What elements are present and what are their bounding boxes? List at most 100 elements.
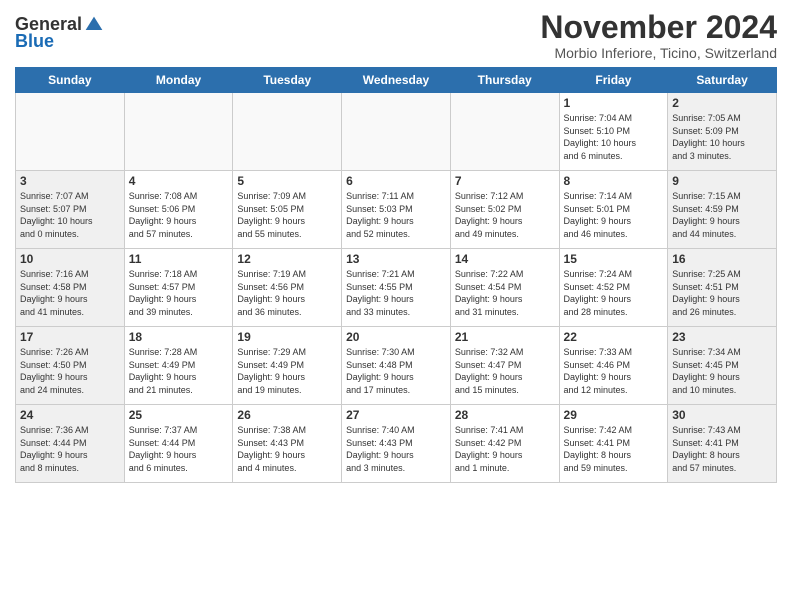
header-row: General Blue November 2024 Morbio Inferi… bbox=[15, 10, 777, 61]
header-monday: Monday bbox=[124, 68, 233, 93]
day-info: Sunrise: 7:04 AMSunset: 5:10 PMDaylight:… bbox=[564, 112, 664, 162]
day-number: 7 bbox=[455, 174, 555, 188]
calendar-cell: 21Sunrise: 7:32 AMSunset: 4:47 PMDayligh… bbox=[450, 327, 559, 405]
calendar-week-3: 17Sunrise: 7:26 AMSunset: 4:50 PMDayligh… bbox=[16, 327, 777, 405]
calendar-cell: 9 Sunrise: 7:15 AMSunset: 4:59 PMDaylight… bbox=[668, 171, 777, 249]
day-number: 26 bbox=[237, 408, 337, 422]
day-number: 18 bbox=[129, 330, 229, 344]
day-number: 19 bbox=[237, 330, 337, 344]
day-number: 16 bbox=[672, 252, 772, 266]
calendar-cell: 11 Sunrise: 7:18 AMSunset: 4:57 PMDayligh… bbox=[124, 249, 233, 327]
day-info: Sunrise: 7:07 AMSunset: 5:07 PMDaylight:… bbox=[20, 190, 120, 240]
calendar-cell: 1 Sunrise: 7:04 AMSunset: 5:10 PMDaylight… bbox=[559, 93, 668, 171]
day-info: Sunrise: 7:40 AMSunset: 4:43 PMDaylight:… bbox=[346, 424, 446, 474]
day-info: Sunrise: 7:38 AMSunset: 4:43 PMDaylight:… bbox=[237, 424, 337, 474]
day-number: 20 bbox=[346, 330, 446, 344]
calendar-week-1: 3 Sunrise: 7:07 AMSunset: 5:07 PMDaylight… bbox=[16, 171, 777, 249]
calendar-cell bbox=[450, 93, 559, 171]
day-info: Sunrise: 7:24 AMSunset: 4:52 PMDaylight:… bbox=[564, 268, 664, 318]
header-sunday: Sunday bbox=[16, 68, 125, 93]
day-info: Sunrise: 7:42 AMSunset: 4:41 PMDaylight:… bbox=[564, 424, 664, 474]
calendar-week-2: 10Sunrise: 7:16 AMSunset: 4:58 PMDayligh… bbox=[16, 249, 777, 327]
day-info: Sunrise: 7:34 AMSunset: 4:45 PMDaylight:… bbox=[672, 346, 772, 396]
calendar-cell: 6Sunrise: 7:11 AMSunset: 5:03 PMDaylight… bbox=[342, 171, 451, 249]
header-friday: Friday bbox=[559, 68, 668, 93]
title-block: November 2024 Morbio Inferiore, Ticino, … bbox=[540, 10, 777, 61]
calendar-cell bbox=[124, 93, 233, 171]
calendar-cell: 19 Sunrise: 7:29 AMSunset: 4:49 PMDayligh… bbox=[233, 327, 342, 405]
day-number: 2 bbox=[672, 96, 772, 110]
calendar-week-0: 1 Sunrise: 7:04 AMSunset: 5:10 PMDaylight… bbox=[16, 93, 777, 171]
day-info: Sunrise: 7:19 AMSunset: 4:56 PMDaylight:… bbox=[237, 268, 337, 318]
header-thursday: Thursday bbox=[450, 68, 559, 93]
page-container: General Blue November 2024 Morbio Inferi… bbox=[0, 0, 792, 488]
day-info: Sunrise: 7:15 AMSunset: 4:59 PMDaylight:… bbox=[672, 190, 772, 240]
day-info: Sunrise: 7:18 AMSunset: 4:57 PMDaylight:… bbox=[129, 268, 229, 318]
day-info: Sunrise: 7:14 AMSunset: 5:01 PMDaylight:… bbox=[564, 190, 664, 240]
logo-blue-text: Blue bbox=[15, 31, 54, 52]
calendar-cell bbox=[16, 93, 125, 171]
day-number: 25 bbox=[129, 408, 229, 422]
day-number: 3 bbox=[20, 174, 120, 188]
calendar-cell: 26 Sunrise: 7:38 AMSunset: 4:43 PMDayligh… bbox=[233, 405, 342, 483]
day-info: Sunrise: 7:05 AMSunset: 5:09 PMDaylight:… bbox=[672, 112, 772, 162]
day-info: Sunrise: 7:22 AMSunset: 4:54 PMDaylight:… bbox=[455, 268, 555, 318]
calendar-cell: 23 Sunrise: 7:34 AMSunset: 4:45 PMDayligh… bbox=[668, 327, 777, 405]
day-number: 21 bbox=[455, 330, 555, 344]
day-info: Sunrise: 7:30 AMSunset: 4:48 PMDaylight:… bbox=[346, 346, 446, 396]
day-info: Sunrise: 7:43 AMSunset: 4:41 PMDaylight:… bbox=[672, 424, 772, 474]
calendar-table: Sunday Monday Tuesday Wednesday Thursday… bbox=[15, 67, 777, 483]
day-info: Sunrise: 7:25 AMSunset: 4:51 PMDaylight:… bbox=[672, 268, 772, 318]
calendar-cell: 12 Sunrise: 7:19 AMSunset: 4:56 PMDayligh… bbox=[233, 249, 342, 327]
calendar-cell: 30 Sunrise: 7:43 AMSunset: 4:41 PMDayligh… bbox=[668, 405, 777, 483]
day-number: 30 bbox=[672, 408, 772, 422]
calendar-cell: 18Sunrise: 7:28 AMSunset: 4:49 PMDayligh… bbox=[124, 327, 233, 405]
calendar-cell: 25 Sunrise: 7:37 AMSunset: 4:44 PMDayligh… bbox=[124, 405, 233, 483]
day-number: 1 bbox=[564, 96, 664, 110]
logo-icon bbox=[84, 15, 104, 35]
calendar-cell: 10Sunrise: 7:16 AMSunset: 4:58 PMDayligh… bbox=[16, 249, 125, 327]
calendar-cell bbox=[233, 93, 342, 171]
calendar-cell: 20 Sunrise: 7:30 AMSunset: 4:48 PMDayligh… bbox=[342, 327, 451, 405]
calendar-cell: 14 Sunrise: 7:22 AMSunset: 4:54 PMDayligh… bbox=[450, 249, 559, 327]
day-number: 11 bbox=[129, 252, 229, 266]
day-number: 5 bbox=[237, 174, 337, 188]
calendar-cell: 17Sunrise: 7:26 AMSunset: 4:50 PMDayligh… bbox=[16, 327, 125, 405]
day-info: Sunrise: 7:36 AMSunset: 4:44 PMDaylight:… bbox=[20, 424, 120, 474]
calendar-cell: 3 Sunrise: 7:07 AMSunset: 5:07 PMDaylight… bbox=[16, 171, 125, 249]
day-number: 8 bbox=[564, 174, 664, 188]
day-number: 22 bbox=[564, 330, 664, 344]
calendar-cell: 29 Sunrise: 7:42 AMSunset: 4:41 PMDayligh… bbox=[559, 405, 668, 483]
day-info: Sunrise: 7:08 AMSunset: 5:06 PMDaylight:… bbox=[129, 190, 229, 240]
day-number: 28 bbox=[455, 408, 555, 422]
calendar-cell: 15 Sunrise: 7:24 AMSunset: 4:52 PMDayligh… bbox=[559, 249, 668, 327]
calendar-cell: 28 Sunrise: 7:41 AMSunset: 4:42 PMDayligh… bbox=[450, 405, 559, 483]
calendar-cell: 13Sunrise: 7:21 AMSunset: 4:55 PMDayligh… bbox=[342, 249, 451, 327]
day-number: 14 bbox=[455, 252, 555, 266]
logo: General Blue bbox=[15, 14, 104, 52]
day-number: 15 bbox=[564, 252, 664, 266]
day-info: Sunrise: 7:41 AMSunset: 4:42 PMDaylight:… bbox=[455, 424, 555, 474]
day-number: 12 bbox=[237, 252, 337, 266]
day-info: Sunrise: 7:11 AMSunset: 5:03 PMDaylight:… bbox=[346, 190, 446, 240]
day-info: Sunrise: 7:16 AMSunset: 4:58 PMDaylight:… bbox=[20, 268, 120, 318]
calendar-header-row: Sunday Monday Tuesday Wednesday Thursday… bbox=[16, 68, 777, 93]
day-number: 24 bbox=[20, 408, 120, 422]
day-number: 13 bbox=[346, 252, 446, 266]
day-number: 29 bbox=[564, 408, 664, 422]
calendar-cell: 27Sunrise: 7:40 AMSunset: 4:43 PMDayligh… bbox=[342, 405, 451, 483]
day-number: 4 bbox=[129, 174, 229, 188]
calendar-cell: 2 Sunrise: 7:05 AMSunset: 5:09 PMDaylight… bbox=[668, 93, 777, 171]
calendar-cell: 22Sunrise: 7:33 AMSunset: 4:46 PMDayligh… bbox=[559, 327, 668, 405]
header-tuesday: Tuesday bbox=[233, 68, 342, 93]
day-info: Sunrise: 7:12 AMSunset: 5:02 PMDaylight:… bbox=[455, 190, 555, 240]
day-info: Sunrise: 7:26 AMSunset: 4:50 PMDaylight:… bbox=[20, 346, 120, 396]
calendar-cell: 16 Sunrise: 7:25 AMSunset: 4:51 PMDayligh… bbox=[668, 249, 777, 327]
day-info: Sunrise: 7:29 AMSunset: 4:49 PMDaylight:… bbox=[237, 346, 337, 396]
day-number: 23 bbox=[672, 330, 772, 344]
day-number: 9 bbox=[672, 174, 772, 188]
day-info: Sunrise: 7:37 AMSunset: 4:44 PMDaylight:… bbox=[129, 424, 229, 474]
header-wednesday: Wednesday bbox=[342, 68, 451, 93]
calendar-cell bbox=[342, 93, 451, 171]
header-saturday: Saturday bbox=[668, 68, 777, 93]
